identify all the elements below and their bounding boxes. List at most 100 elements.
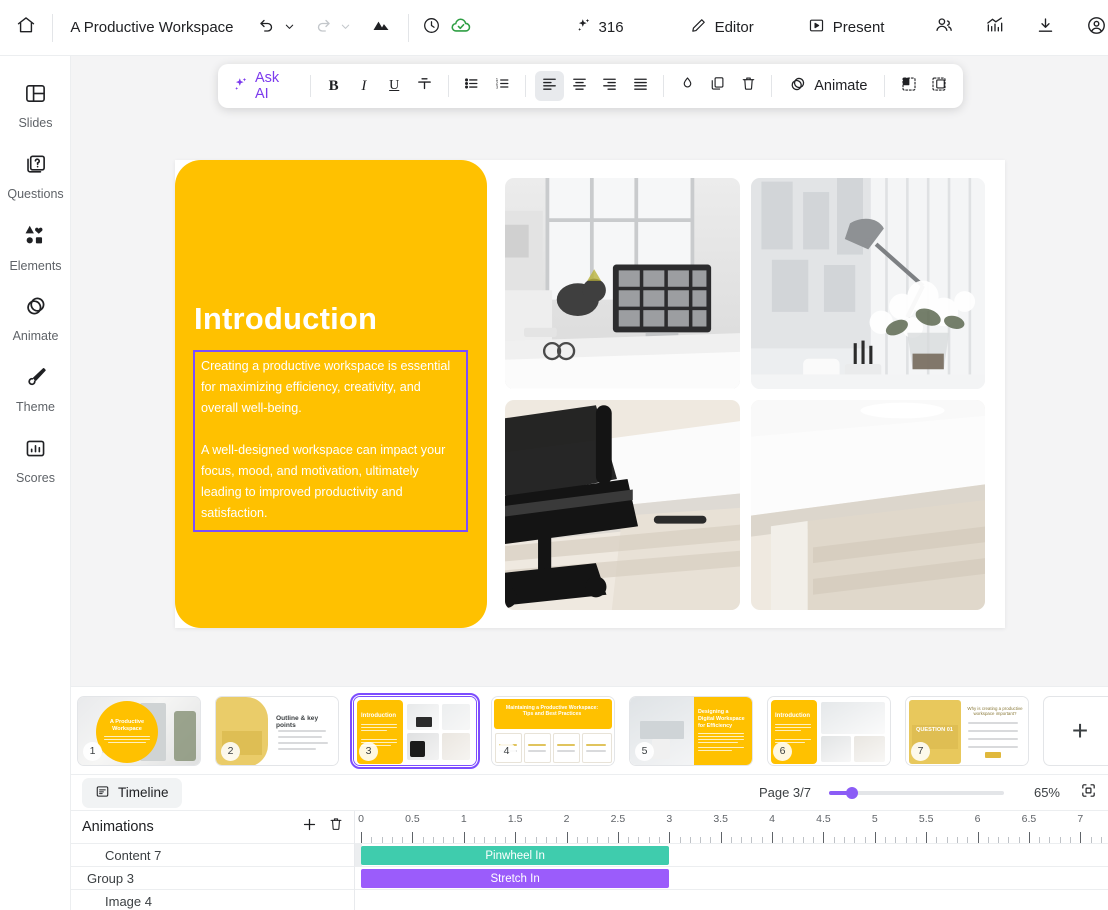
- cloud-check-icon: [450, 14, 472, 41]
- sidebar-item-elements[interactable]: Elements: [0, 212, 71, 283]
- black-office-chair-image[interactable]: [505, 399, 740, 610]
- position-button[interactable]: [894, 71, 922, 101]
- insert-image-button[interactable]: [366, 13, 396, 43]
- slide-yellow-panel[interactable]: Introduction Creating a productive works…: [175, 160, 487, 628]
- animate-button[interactable]: Animate: [781, 71, 875, 101]
- animation-track-image4[interactable]: [355, 889, 1108, 910]
- redo-button[interactable]: [308, 13, 338, 43]
- svg-text:3: 3: [495, 84, 498, 89]
- home-button[interactable]: [0, 0, 52, 56]
- align-right-button[interactable]: [596, 71, 624, 101]
- layers-animate-icon: [24, 294, 48, 323]
- bold-label: B: [328, 77, 339, 94]
- document-title[interactable]: A Productive Workspace: [52, 19, 251, 36]
- position-front-icon: [900, 75, 918, 98]
- version-history-button[interactable]: [420, 13, 442, 43]
- fit-to-screen-button[interactable]: [1080, 782, 1097, 804]
- delete-button[interactable]: [734, 71, 762, 101]
- align-center-button[interactable]: [566, 71, 594, 101]
- redo-dropdown-button[interactable]: [338, 13, 354, 43]
- italic-button[interactable]: I: [350, 71, 378, 101]
- animation-track-content7[interactable]: Pinwheel In: [355, 843, 1108, 866]
- animation-track-group3[interactable]: Stretch In: [355, 866, 1108, 889]
- desk-with-imac-monitor-image[interactable]: [505, 178, 740, 389]
- delete-animation-button[interactable]: [328, 816, 344, 838]
- ruler-tick-major: [515, 832, 517, 843]
- slide-heading[interactable]: Introduction: [194, 301, 377, 337]
- sidebar-item-slides[interactable]: Slides: [0, 70, 71, 141]
- divider: [407, 13, 409, 42]
- underline-button[interactable]: U: [380, 71, 408, 101]
- animation-row-label-content7[interactable]: Content 7: [71, 843, 354, 866]
- share-button[interactable]: [932, 13, 954, 43]
- sidebar-item-scores[interactable]: Scores: [0, 425, 71, 496]
- desk-lamp-and-flowers-image[interactable]: [750, 178, 985, 389]
- slide-editor-surface[interactable]: Introduction Creating a productive works…: [175, 160, 1005, 628]
- thumbnail-number: 7: [911, 741, 930, 761]
- divider: [771, 75, 773, 97]
- bold-button[interactable]: B: [319, 71, 347, 101]
- undo-dropdown-button[interactable]: [282, 13, 298, 43]
- presentation-editor-app: A Productive Workspace 316 Editor Presen…: [0, 0, 1108, 910]
- animation-layer-name: Content 7: [105, 847, 162, 863]
- thumbnail-slide-2[interactable]: Outline & key points 2: [215, 695, 339, 766]
- align-left-button[interactable]: [535, 71, 564, 101]
- sidebar-item-questions[interactable]: Questions: [0, 141, 71, 212]
- animations-title: Animations: [82, 819, 154, 835]
- zoom-slider[interactable]: [829, 786, 1004, 799]
- animation-bar-pinwheel-in[interactable]: Pinwheel In: [361, 846, 670, 865]
- slide-image-grid: [487, 160, 1005, 628]
- timeline-toggle-button[interactable]: Timeline: [82, 777, 182, 808]
- animation-layer-name: Group 3: [87, 870, 134, 886]
- present-button[interactable]: Present: [800, 12, 893, 43]
- thumbnail-slide-5[interactable]: Designing a Digital Workspace for Effici…: [629, 695, 753, 766]
- ask-ai-button[interactable]: Ask AI: [228, 66, 301, 106]
- thumbnail-slide-6[interactable]: Introduction 6: [767, 695, 891, 766]
- numbered-list-button[interactable]: 123: [488, 71, 516, 101]
- duplicate-button[interactable]: [704, 71, 732, 101]
- text-color-button[interactable]: [673, 71, 701, 101]
- sidebar-item-theme[interactable]: Theme: [0, 354, 71, 425]
- chevron-down-icon: [284, 19, 295, 37]
- layout-slides-icon: [24, 82, 47, 110]
- align-justify-button[interactable]: [626, 71, 654, 101]
- ask-ai-label: Ask AI: [255, 70, 280, 102]
- analytics-button[interactable]: [984, 13, 1006, 43]
- page-indicator: Page 3/7: [758, 785, 811, 800]
- slide-thumbnail-strip[interactable]: A Productive Workspace 1 Outline & key p…: [71, 686, 1108, 774]
- selected-textbox[interactable]: Creating a productive workspace is essen…: [193, 350, 468, 532]
- ruler-tick-major: [874, 832, 876, 843]
- editor-mode-button[interactable]: Editor: [682, 12, 762, 43]
- zoom-slider-handle[interactable]: [846, 786, 858, 799]
- sidebar-item-animate[interactable]: Animate: [0, 283, 71, 354]
- account-button[interactable]: [1086, 13, 1108, 43]
- thumbnail-slide-3[interactable]: Introduction 3: [350, 692, 480, 769]
- timeline-ruler[interactable]: 0 0.5 1 1.5 2 2.5 3 3.5 4 4.5 5 5.5 6 6.5 7: [355, 811, 1108, 843]
- animation-row-label-group3[interactable]: Group 3: [71, 866, 354, 889]
- divider: [447, 75, 449, 97]
- thumbnail-slide-7[interactable]: QUESTION 01 Why is creating a productive…: [905, 695, 1029, 766]
- ai-credits-button[interactable]: 316: [569, 13, 630, 42]
- top-toolbar: A Productive Workspace 316 Editor Presen…: [0, 0, 1108, 56]
- thumbnail-number: 4: [497, 741, 516, 761]
- add-slide-button[interactable]: +: [1043, 695, 1108, 766]
- trash-icon: [740, 75, 757, 97]
- thumbnail-number: 3: [359, 741, 378, 761]
- undo-button[interactable]: [252, 13, 282, 43]
- thumbnail-slide-4[interactable]: Maintaining a Productive Workspace: Tips…: [491, 695, 615, 766]
- ruler-tick-label: 2.5: [610, 813, 626, 825]
- animation-bar-stretch-in[interactable]: Stretch In: [361, 869, 670, 888]
- download-button[interactable]: [1035, 13, 1057, 43]
- timeline-icon: [95, 784, 110, 802]
- layer-button[interactable]: [925, 71, 953, 101]
- animation-row-label-image4[interactable]: Image 4: [71, 889, 354, 910]
- animation-timeline-tracks[interactable]: 0 0.5 1 1.5 2 2.5 3 3.5 4 4.5 5 5.5 6 6.5 7 Pinwheel I…: [355, 811, 1108, 910]
- save-status-button[interactable]: [450, 13, 472, 43]
- floating-format-toolbar: Ask AI B I U 1 2 3 Animate: [218, 64, 963, 108]
- strikethrough-button[interactable]: [410, 71, 438, 101]
- white-desk-corner-image[interactable]: [750, 399, 985, 610]
- thumbnail-slide-1[interactable]: A Productive Workspace 1: [77, 695, 201, 766]
- bullet-list-button[interactable]: [458, 71, 486, 101]
- add-animation-button[interactable]: [301, 816, 318, 838]
- italic-label: I: [361, 77, 367, 94]
